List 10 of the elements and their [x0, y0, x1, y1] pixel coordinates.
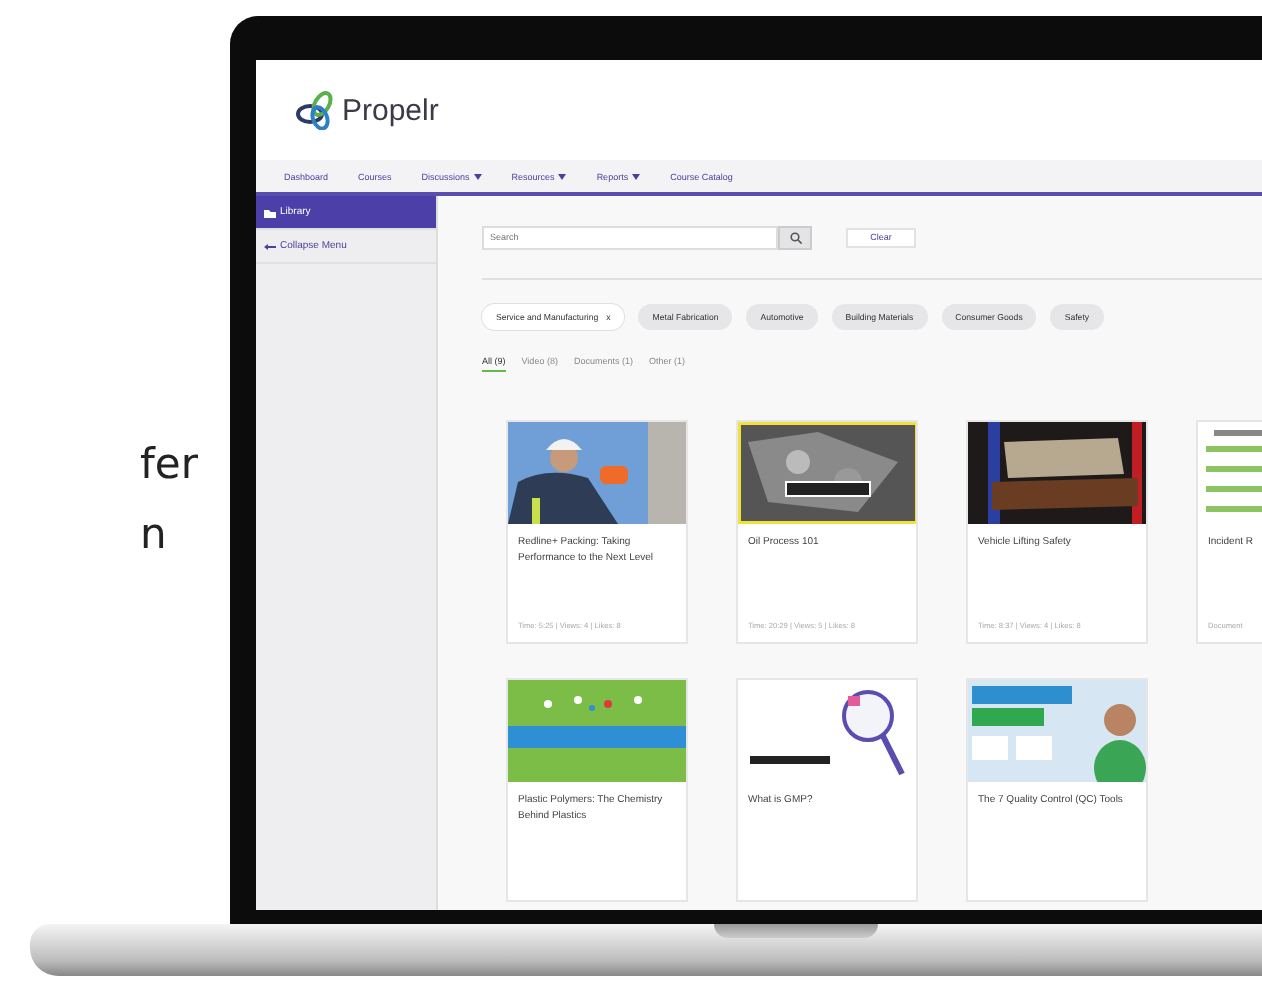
caret-icon: [473, 173, 482, 179]
logo-text: Propelr: [342, 93, 439, 127]
search-icon: [789, 231, 801, 243]
arrow-left-icon: [264, 241, 276, 251]
search-button[interactable]: [778, 225, 812, 249]
caption-text: n: [140, 510, 169, 558]
caret-icon: [558, 173, 567, 179]
caret-icon: [632, 173, 641, 179]
folder-icon: [264, 207, 276, 217]
caption-text: fer: [140, 440, 200, 488]
